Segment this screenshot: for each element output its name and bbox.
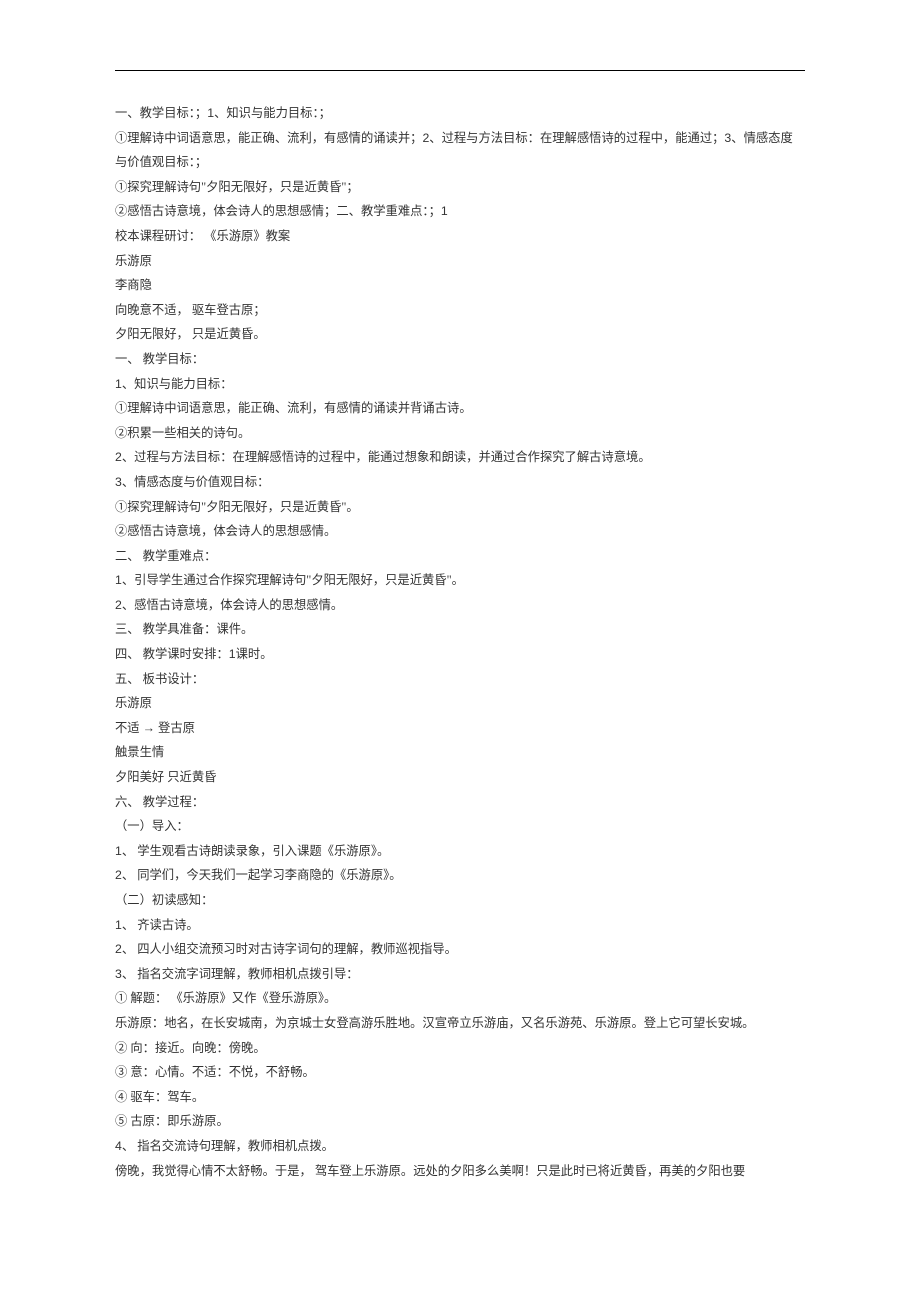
text-line: 触景生情	[115, 740, 805, 765]
text-line: 2、 四人小组交流预习时对古诗字词句的理解，教师巡视指导。	[115, 937, 805, 962]
document-body: 一、教学目标：；1、知识与能力目标：；①理解诗中词语意思，能正确、流利，有感情的…	[115, 101, 805, 1183]
text-line: ②感悟古诗意境，体会诗人的思想感情；二、教学重难点：；1	[115, 199, 805, 224]
text-line: 二、 教学重难点：	[115, 544, 805, 569]
text-line: ② 向：接近。向晚：傍晚。	[115, 1036, 805, 1061]
text-line: 2、过程与方法目标：在理解感悟诗的过程中，能通过想象和朗读，并通过合作探究了解古…	[115, 445, 805, 470]
text-line: 3、 指名交流字词理解，教师相机点拨引导：	[115, 962, 805, 987]
text-line: ③ 意：心情。不适：不悦，不舒畅。	[115, 1060, 805, 1085]
text-line: ⑤ 古原：即乐游原。	[115, 1109, 805, 1134]
text-line: 不适 → 登古原	[115, 716, 805, 741]
text-line: 校本课程研讨： 《乐游原》教案	[115, 224, 805, 249]
text-line: 五、 板书设计：	[115, 667, 805, 692]
text-line: ④ 驱车：驾车。	[115, 1085, 805, 1110]
document-page: 一、教学目标：；1、知识与能力目标：；①理解诗中词语意思，能正确、流利，有感情的…	[0, 0, 920, 1243]
text-line: 一、教学目标：；1、知识与能力目标：；	[115, 101, 805, 126]
text-line: 傍晚，我觉得心情不太舒畅。于是， 驾车登上乐游原。远处的夕阳多么美啊！只是此时已…	[115, 1159, 805, 1184]
text-line: ①探究理解诗句"夕阳无限好，只是近黄昏"；	[115, 175, 805, 200]
text-line: 六、 教学过程：	[115, 790, 805, 815]
text-line: 1、 学生观看古诗朗读录象，引入课题《乐游原》。	[115, 839, 805, 864]
text-line: 夕阳无限好， 只是近黄昏。	[115, 322, 805, 347]
text-line: ②积累一些相关的诗句。	[115, 421, 805, 446]
text-line: 2、 同学们，今天我们一起学习李商隐的《乐游原》。	[115, 863, 805, 888]
horizontal-rule	[115, 70, 805, 71]
text-line: （二）初读感知：	[115, 888, 805, 913]
text-line: 1、知识与能力目标：	[115, 372, 805, 397]
text-line: 乐游原	[115, 691, 805, 716]
text-line: 乐游原	[115, 249, 805, 274]
text-line: （一）导入：	[115, 814, 805, 839]
text-line: 1、 齐读古诗。	[115, 913, 805, 938]
text-line: 夕阳美好 只近黄昏	[115, 765, 805, 790]
text-line: ① 解题： 《乐游原》又作《登乐游原》。	[115, 986, 805, 1011]
text-line: ②感悟古诗意境，体会诗人的思想感情。	[115, 519, 805, 544]
text-line: ①理解诗中词语意思，能正确、流利，有感情的诵读并背诵古诗。	[115, 396, 805, 421]
text-line: 向晚意不适， 驱车登古原；	[115, 298, 805, 323]
text-line: 4、 指名交流诗句理解，教师相机点拨。	[115, 1134, 805, 1159]
text-line: 2、感悟古诗意境，体会诗人的思想感情。	[115, 593, 805, 618]
text-line: 李商隐	[115, 273, 805, 298]
text-line: 四、 教学课时安排：1课时。	[115, 642, 805, 667]
text-line: 1、引导学生通过合作探究理解诗句"夕阳无限好，只是近黄昏"。	[115, 568, 805, 593]
text-line: ①理解诗中词语意思，能正确、流利，有感情的诵读并；2、过程与方法目标：在理解感悟…	[115, 126, 805, 175]
text-line: 三、 教学具准备：课件。	[115, 617, 805, 642]
text-line: 3、情感态度与价值观目标：	[115, 470, 805, 495]
text-line: ①探究理解诗句"夕阳无限好，只是近黄昏"。	[115, 495, 805, 520]
text-line: 乐游原：地名，在长安城南，为京城士女登高游乐胜地。汉宣帝立乐游庙，又名乐游苑、乐…	[115, 1011, 805, 1036]
text-line: 一、 教学目标：	[115, 347, 805, 372]
